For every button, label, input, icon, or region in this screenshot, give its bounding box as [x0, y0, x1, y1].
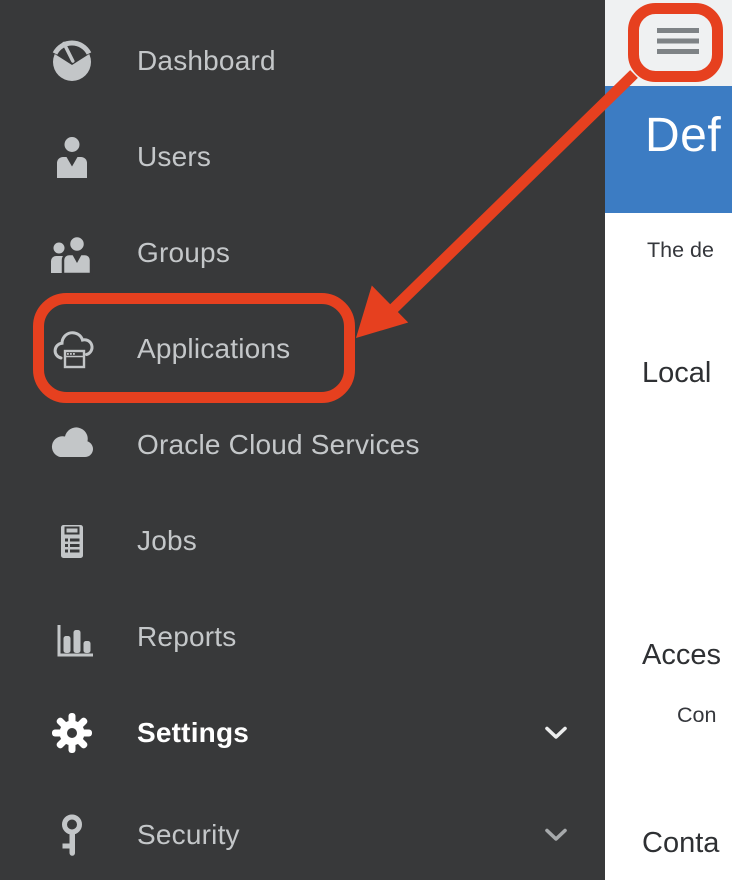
menu-toggle-button[interactable]	[647, 16, 709, 68]
section-heading-locale: Local	[642, 357, 711, 390]
sidebar-item-users[interactable]: Users	[0, 123, 605, 191]
group-icon	[48, 229, 96, 277]
key-icon	[48, 811, 96, 859]
sidebar-item-label: Jobs	[137, 525, 197, 557]
cloud-app-icon	[48, 325, 96, 373]
intro-text: The de	[647, 238, 714, 263]
content-area: Def The de Local Acces Con Conta	[605, 0, 732, 880]
sidebar-item-label: Oracle Cloud Services	[137, 429, 420, 461]
bar-chart-icon	[48, 613, 96, 661]
sidebar-item-label: Settings	[137, 717, 249, 749]
sidebar-item-label: Dashboard	[137, 45, 276, 77]
dashboard-gauge-icon	[48, 37, 96, 85]
cloud-icon	[48, 421, 96, 469]
topbar	[605, 0, 732, 86]
user-icon	[48, 133, 96, 181]
sidebar-item-settings[interactable]: Settings	[0, 699, 605, 767]
clipboard-list-icon	[48, 517, 96, 565]
page-title: Def	[645, 108, 721, 163]
sidebar-item-reports[interactable]: Reports	[0, 603, 605, 671]
chevron-down-icon	[544, 828, 568, 843]
section-heading-access: Acces	[642, 639, 721, 672]
gear-icon	[48, 709, 96, 757]
chevron-down-icon	[544, 726, 568, 741]
sidebar-item-security[interactable]: Security	[0, 801, 605, 869]
sidebar-item-label: Applications	[137, 333, 290, 365]
sidebar-item-oracle-cloud-services[interactable]: Oracle Cloud Services	[0, 411, 605, 479]
sidebar-item-label: Groups	[137, 237, 230, 269]
page: Dashboard Users	[0, 0, 732, 880]
sidebar-item-jobs[interactable]: Jobs	[0, 507, 605, 575]
sidebar-item-dashboard[interactable]: Dashboard	[0, 27, 605, 95]
section-heading-contact: Conta	[642, 827, 719, 860]
sidebar-item-label: Reports	[137, 621, 236, 653]
page-header: Def	[605, 86, 732, 213]
hamburger-menu-icon	[657, 28, 699, 57]
sidebar-item-label: Security	[137, 819, 240, 851]
sidebar-item-applications[interactable]: Applications	[0, 315, 605, 383]
sidebar-item-groups[interactable]: Groups	[0, 219, 605, 287]
sidebar-nav: Dashboard Users	[0, 0, 605, 880]
subsection-label: Con	[677, 703, 716, 728]
sidebar-item-label: Users	[137, 141, 211, 173]
